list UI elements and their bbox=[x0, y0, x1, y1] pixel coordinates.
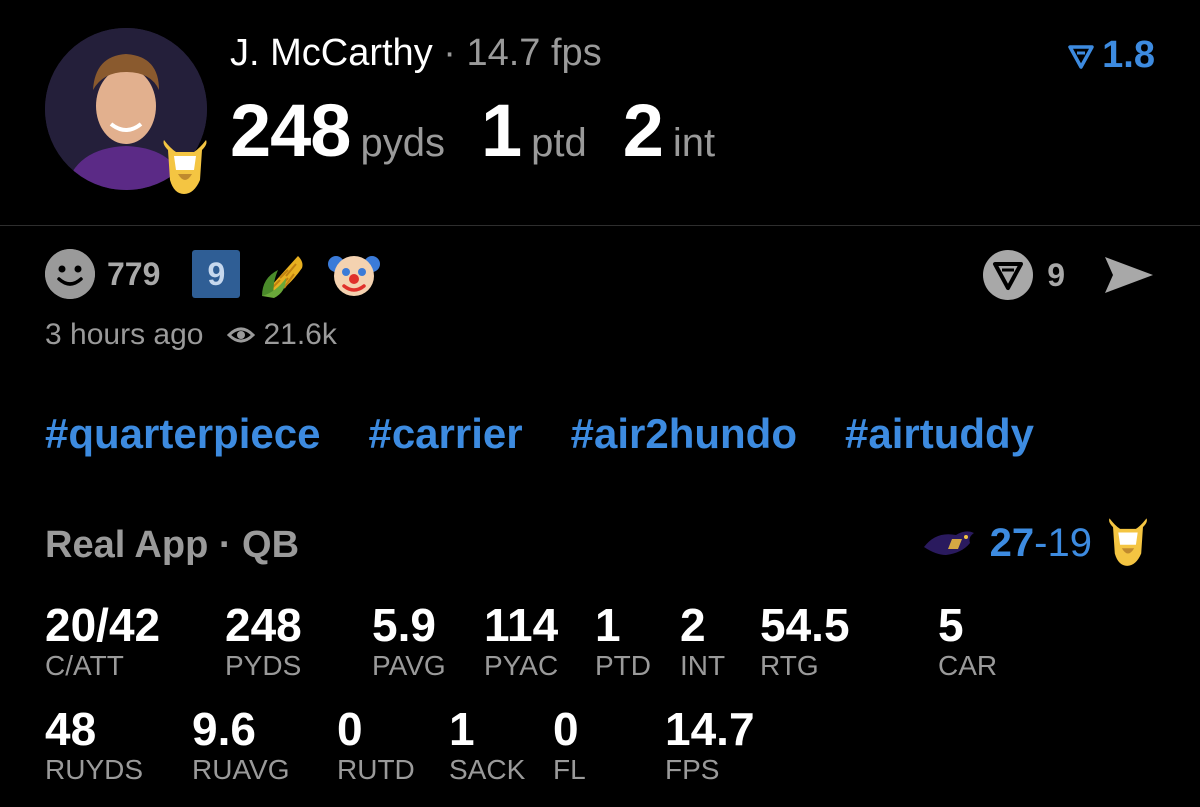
stat-value: 0 bbox=[553, 703, 579, 755]
fps-value: 14.7 fps bbox=[466, 32, 602, 74]
stat-value: 114 bbox=[484, 599, 559, 651]
stat-cell: 9.6 RUAVG bbox=[192, 704, 290, 786]
stat-label: SACK bbox=[449, 754, 526, 785]
headline-stat-value: 2 bbox=[622, 89, 664, 172]
stat-label: RUAVG bbox=[192, 754, 290, 785]
stat-value: 14.7 bbox=[665, 703, 755, 755]
stat-cell: 20/42 C/ATT bbox=[45, 600, 160, 682]
vikings-logo-icon bbox=[163, 140, 207, 194]
rating-triangle-icon bbox=[1068, 44, 1094, 69]
post-actions: 9 bbox=[983, 250, 1155, 300]
smiley-icon bbox=[45, 249, 95, 299]
stat-cell: 2 INT bbox=[680, 600, 725, 682]
stat-value: 54.5 bbox=[760, 599, 850, 651]
stat-cell: 0 FL bbox=[553, 704, 586, 786]
post-meta: 3 hours ago 21.6k bbox=[45, 318, 337, 352]
stat-label: RTG bbox=[760, 650, 819, 681]
stat-cell: 1 PTD bbox=[595, 600, 651, 682]
stat-label: PAVG bbox=[372, 650, 446, 681]
stat-cell: 48 RUYDS bbox=[45, 704, 143, 786]
clown-emoji-icon[interactable] bbox=[328, 248, 381, 300]
rating-value: 1.8 bbox=[1102, 34, 1155, 76]
ravens-logo-icon bbox=[923, 531, 974, 555]
stat-value: 1 bbox=[595, 599, 621, 651]
score-home: 27 bbox=[989, 520, 1035, 565]
corn-emoji-icon[interactable] bbox=[258, 248, 310, 300]
headline-stat-unit: ptd bbox=[531, 121, 587, 165]
reaction-button[interactable]: 779 bbox=[45, 249, 160, 299]
views-value: 21.6k bbox=[263, 318, 337, 351]
player-name[interactable]: J. McCarthy bbox=[230, 32, 433, 74]
replies-button[interactable]: 9 bbox=[983, 250, 1065, 300]
score-away: 19 bbox=[1047, 520, 1093, 565]
vikings-logo-icon bbox=[1109, 518, 1147, 566]
time-ago: 3 hours ago bbox=[45, 318, 204, 351]
hashtag-link[interactable]: #air2hundo bbox=[571, 410, 797, 458]
stat-value: 5.9 bbox=[372, 599, 436, 651]
stat-value: 9.6 bbox=[192, 703, 256, 755]
hashtag-link[interactable]: #airtuddy bbox=[845, 410, 1034, 458]
stat-value: 48 bbox=[45, 703, 97, 755]
game-score[interactable]: 27-19 bbox=[922, 518, 1150, 568]
stat-label: RUYDS bbox=[45, 754, 144, 785]
score-dash: - bbox=[1034, 520, 1048, 565]
stat-cell: 54.5 RTG bbox=[760, 600, 850, 682]
stat-value: 248 bbox=[225, 599, 302, 651]
stat-cell: 5 CAR bbox=[938, 600, 997, 682]
stat-cell: 14.7 FPS bbox=[665, 704, 755, 786]
stat-label: PTD bbox=[595, 650, 651, 681]
view-count: 21.6k bbox=[227, 318, 337, 352]
stat-label: RUTD bbox=[337, 754, 415, 785]
stat-cell: 1 SACK bbox=[449, 704, 525, 786]
replies-count: 9 bbox=[1047, 256, 1065, 293]
stat-value: 5 bbox=[938, 599, 964, 651]
stat-cell: 0 RUTD bbox=[337, 704, 415, 786]
hashtags: #quarterpiece #carrier #air2hundo #airtu… bbox=[45, 410, 1034, 458]
stat-cell: 114 PYAC bbox=[484, 600, 558, 682]
divider bbox=[0, 225, 1200, 226]
stat-label: PYDS bbox=[225, 650, 302, 681]
stat-value: 1 bbox=[449, 703, 475, 755]
stat-label: CAR bbox=[938, 650, 998, 681]
replies-icon bbox=[983, 250, 1034, 300]
headline-stat-unit: int bbox=[672, 121, 716, 165]
stat-cell: 248 PYDS bbox=[225, 600, 302, 682]
player-name-line: J. McCarthy · 14.7 fps bbox=[230, 32, 602, 75]
stat-label: PYAC bbox=[484, 650, 559, 681]
hashtag-link[interactable]: #carrier bbox=[368, 410, 522, 458]
headline-stats: 248 pyds 1 ptd 2 int bbox=[230, 88, 751, 173]
headline-stat-value: 1 bbox=[480, 89, 522, 172]
share-send-icon[interactable] bbox=[1103, 253, 1155, 297]
number-nine-badge[interactable]: 9 bbox=[192, 250, 241, 298]
stat-label: INT bbox=[680, 650, 726, 681]
eye-icon bbox=[227, 327, 256, 343]
stat-value: 0 bbox=[337, 703, 363, 755]
stat-cell: 5.9 PAVG bbox=[372, 600, 446, 682]
reactions-bar: 779 9 bbox=[45, 248, 381, 300]
rating-badge[interactable]: 1.8 bbox=[1068, 34, 1155, 77]
stat-value: 2 bbox=[680, 599, 706, 651]
game-title: Real App · QB bbox=[45, 524, 300, 566]
stat-value: 20/42 bbox=[45, 599, 161, 651]
reaction-count: 779 bbox=[107, 255, 161, 292]
headline-stat-value: 248 bbox=[230, 89, 351, 172]
stat-label: C/ATT bbox=[45, 650, 124, 681]
name-separator: · bbox=[443, 32, 456, 74]
headline-stat-unit: pyds bbox=[360, 121, 445, 165]
stat-label: FPS bbox=[665, 754, 720, 785]
hashtag-link[interactable]: #quarterpiece bbox=[45, 410, 320, 458]
stat-label: FL bbox=[553, 754, 586, 785]
